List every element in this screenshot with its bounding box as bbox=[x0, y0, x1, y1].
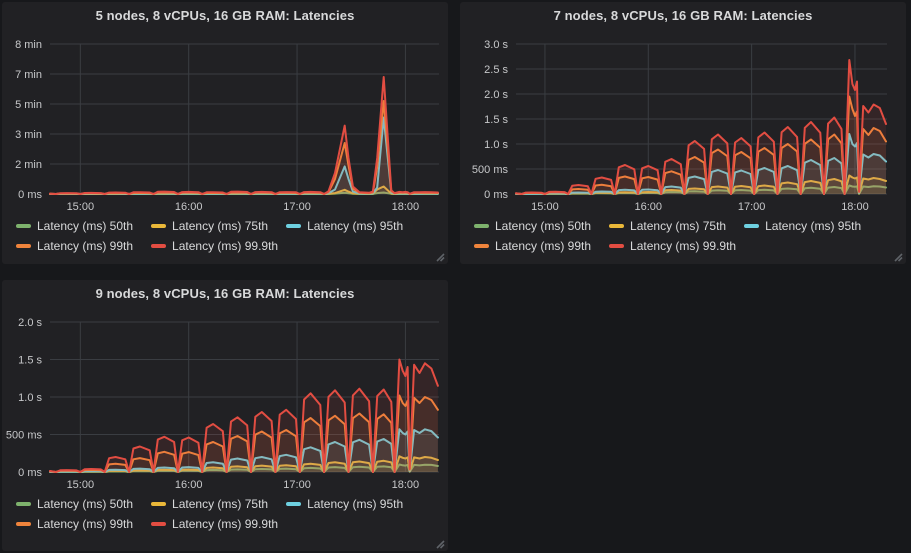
legend-color-swatch bbox=[474, 224, 489, 228]
panel-resize-handle[interactable] bbox=[894, 253, 903, 262]
legend-item-99.9th[interactable]: Latency (ms) 99.9th bbox=[151, 514, 278, 534]
series-area bbox=[516, 60, 886, 194]
legend-label: Latency (ms) 50th bbox=[495, 219, 591, 233]
legend-label: Latency (ms) 75th bbox=[172, 497, 268, 511]
x-axis-tick-label: 15:00 bbox=[67, 201, 95, 213]
legend: Latency (ms) 50th Latency (ms) 75th Latenc… bbox=[16, 494, 436, 534]
legend-item-95th[interactable]: Latency (ms) 95th bbox=[744, 216, 861, 236]
legend-item-50th[interactable]: Latency (ms) 50th bbox=[16, 494, 133, 514]
panel-7-nodes-latencies: 7 nodes, 8 vCPUs, 16 GB RAM: Latencies 0… bbox=[460, 2, 906, 264]
y-axis-tick-label: 1.0 s bbox=[484, 139, 508, 151]
legend-item-75th[interactable]: Latency (ms) 75th bbox=[151, 216, 268, 236]
legend-color-swatch bbox=[16, 244, 31, 248]
legend-color-swatch bbox=[474, 244, 489, 248]
y-axis-tick-label: 0 ms bbox=[18, 189, 42, 201]
panel-header[interactable]: 7 nodes, 8 vCPUs, 16 GB RAM: Latencies bbox=[460, 2, 906, 28]
panel-header[interactable]: 9 nodes, 8 vCPUs, 16 GB RAM: Latencies bbox=[2, 280, 448, 306]
dashboard: 5 nodes, 8 vCPUs, 16 GB RAM: Latencies 0… bbox=[0, 0, 911, 553]
legend-label: Latency (ms) 99.9th bbox=[630, 239, 736, 253]
legend-label: Latency (ms) 50th bbox=[37, 219, 133, 233]
legend-color-swatch bbox=[151, 522, 166, 526]
x-axis-tick-label: 16:00 bbox=[635, 201, 663, 213]
y-axis-tick-label: 2 min bbox=[15, 159, 42, 171]
panel-title: 7 nodes, 8 vCPUs, 16 GB RAM: Latencies bbox=[554, 8, 813, 23]
legend-label: Latency (ms) 99.9th bbox=[172, 517, 278, 531]
legend-label: Latency (ms) 99th bbox=[37, 517, 133, 531]
legend-item-99.9th[interactable]: Latency (ms) 99.9th bbox=[609, 236, 736, 256]
panel-resize-handle[interactable] bbox=[436, 540, 445, 549]
legend-label: Latency (ms) 99.9th bbox=[172, 239, 278, 253]
y-axis-tick-label: 0 ms bbox=[18, 467, 42, 479]
panel-title: 5 nodes, 8 vCPUs, 16 GB RAM: Latencies bbox=[96, 8, 355, 23]
legend-label: Latency (ms) 95th bbox=[765, 219, 861, 233]
x-axis-tick-label: 18:00 bbox=[841, 201, 869, 213]
y-axis-tick-label: 2.0 s bbox=[18, 317, 42, 329]
legend-color-swatch bbox=[151, 502, 166, 506]
legend-label: Latency (ms) 95th bbox=[307, 219, 403, 233]
panel-title: 9 nodes, 8 vCPUs, 16 GB RAM: Latencies bbox=[96, 286, 355, 301]
x-axis-tick-label: 15:00 bbox=[67, 479, 95, 491]
legend-item-95th[interactable]: Latency (ms) 95th bbox=[286, 494, 403, 514]
legend-item-99th[interactable]: Latency (ms) 99th bbox=[474, 236, 591, 256]
legend-item-75th[interactable]: Latency (ms) 75th bbox=[609, 216, 726, 236]
y-axis-tick-label: 500 ms bbox=[472, 164, 509, 176]
y-axis-tick-label: 1.5 s bbox=[18, 355, 42, 367]
x-axis-tick-label: 18:00 bbox=[392, 201, 420, 213]
x-axis-tick-label: 17:00 bbox=[283, 201, 311, 213]
legend: Latency (ms) 50th Latency (ms) 75th Latenc… bbox=[474, 216, 894, 256]
y-axis-tick-label: 2.5 s bbox=[484, 64, 508, 76]
x-axis-tick-label: 17:00 bbox=[738, 201, 766, 213]
panel-header[interactable]: 5 nodes, 8 vCPUs, 16 GB RAM: Latencies bbox=[2, 2, 448, 28]
legend-color-swatch bbox=[16, 224, 31, 228]
legend-item-99.9th[interactable]: Latency (ms) 99.9th bbox=[151, 236, 278, 256]
panel-5-nodes-latencies: 5 nodes, 8 vCPUs, 16 GB RAM: Latencies 0… bbox=[2, 2, 448, 264]
series-area bbox=[50, 360, 438, 473]
y-axis-tick-label: 3 min bbox=[15, 129, 42, 141]
y-axis-tick-label: 3.0 s bbox=[484, 39, 508, 51]
y-axis-tick-label: 8 min bbox=[15, 39, 42, 51]
legend-label: Latency (ms) 75th bbox=[630, 219, 726, 233]
legend-color-swatch bbox=[16, 522, 31, 526]
y-axis-tick-label: 5 min bbox=[15, 99, 42, 111]
legend-color-swatch bbox=[609, 244, 624, 248]
legend-color-swatch bbox=[16, 502, 31, 506]
legend-label: Latency (ms) 99th bbox=[495, 239, 591, 253]
legend-item-50th[interactable]: Latency (ms) 50th bbox=[474, 216, 591, 236]
legend-item-95th[interactable]: Latency (ms) 95th bbox=[286, 216, 403, 236]
legend-color-swatch bbox=[151, 244, 166, 248]
y-axis-tick-label: 1.5 s bbox=[484, 114, 508, 126]
legend-item-99th[interactable]: Latency (ms) 99th bbox=[16, 514, 133, 534]
x-axis-tick-label: 18:00 bbox=[392, 479, 420, 491]
legend-item-99th[interactable]: Latency (ms) 99th bbox=[16, 236, 133, 256]
legend-color-swatch bbox=[609, 224, 624, 228]
legend-color-swatch bbox=[151, 224, 166, 228]
legend-color-swatch bbox=[744, 224, 759, 228]
y-axis-tick-label: 2.0 s bbox=[484, 89, 508, 101]
y-axis-tick-label: 0 ms bbox=[484, 189, 508, 201]
legend: Latency (ms) 50th Latency (ms) 75th Latenc… bbox=[16, 216, 436, 256]
legend-item-75th[interactable]: Latency (ms) 75th bbox=[151, 494, 268, 514]
y-axis-tick-label: 7 min bbox=[15, 69, 42, 81]
legend-item-50th[interactable]: Latency (ms) 50th bbox=[16, 216, 133, 236]
legend-label: Latency (ms) 50th bbox=[37, 497, 133, 511]
legend-label: Latency (ms) 75th bbox=[172, 219, 268, 233]
x-axis-tick-label: 17:00 bbox=[283, 479, 311, 491]
y-axis-tick-label: 1.0 s bbox=[18, 392, 42, 404]
legend-label: Latency (ms) 99th bbox=[37, 239, 133, 253]
panel-9-nodes-latencies: 9 nodes, 8 vCPUs, 16 GB RAM: Latencies 0… bbox=[2, 280, 448, 551]
x-axis-tick-label: 16:00 bbox=[175, 479, 203, 491]
legend-color-swatch bbox=[286, 224, 301, 228]
legend-color-swatch bbox=[286, 502, 301, 506]
panel-resize-handle[interactable] bbox=[436, 253, 445, 262]
y-axis-tick-label: 500 ms bbox=[6, 430, 43, 442]
x-axis-tick-label: 16:00 bbox=[175, 201, 203, 213]
legend-label: Latency (ms) 95th bbox=[307, 497, 403, 511]
x-axis-tick-label: 15:00 bbox=[531, 201, 559, 213]
